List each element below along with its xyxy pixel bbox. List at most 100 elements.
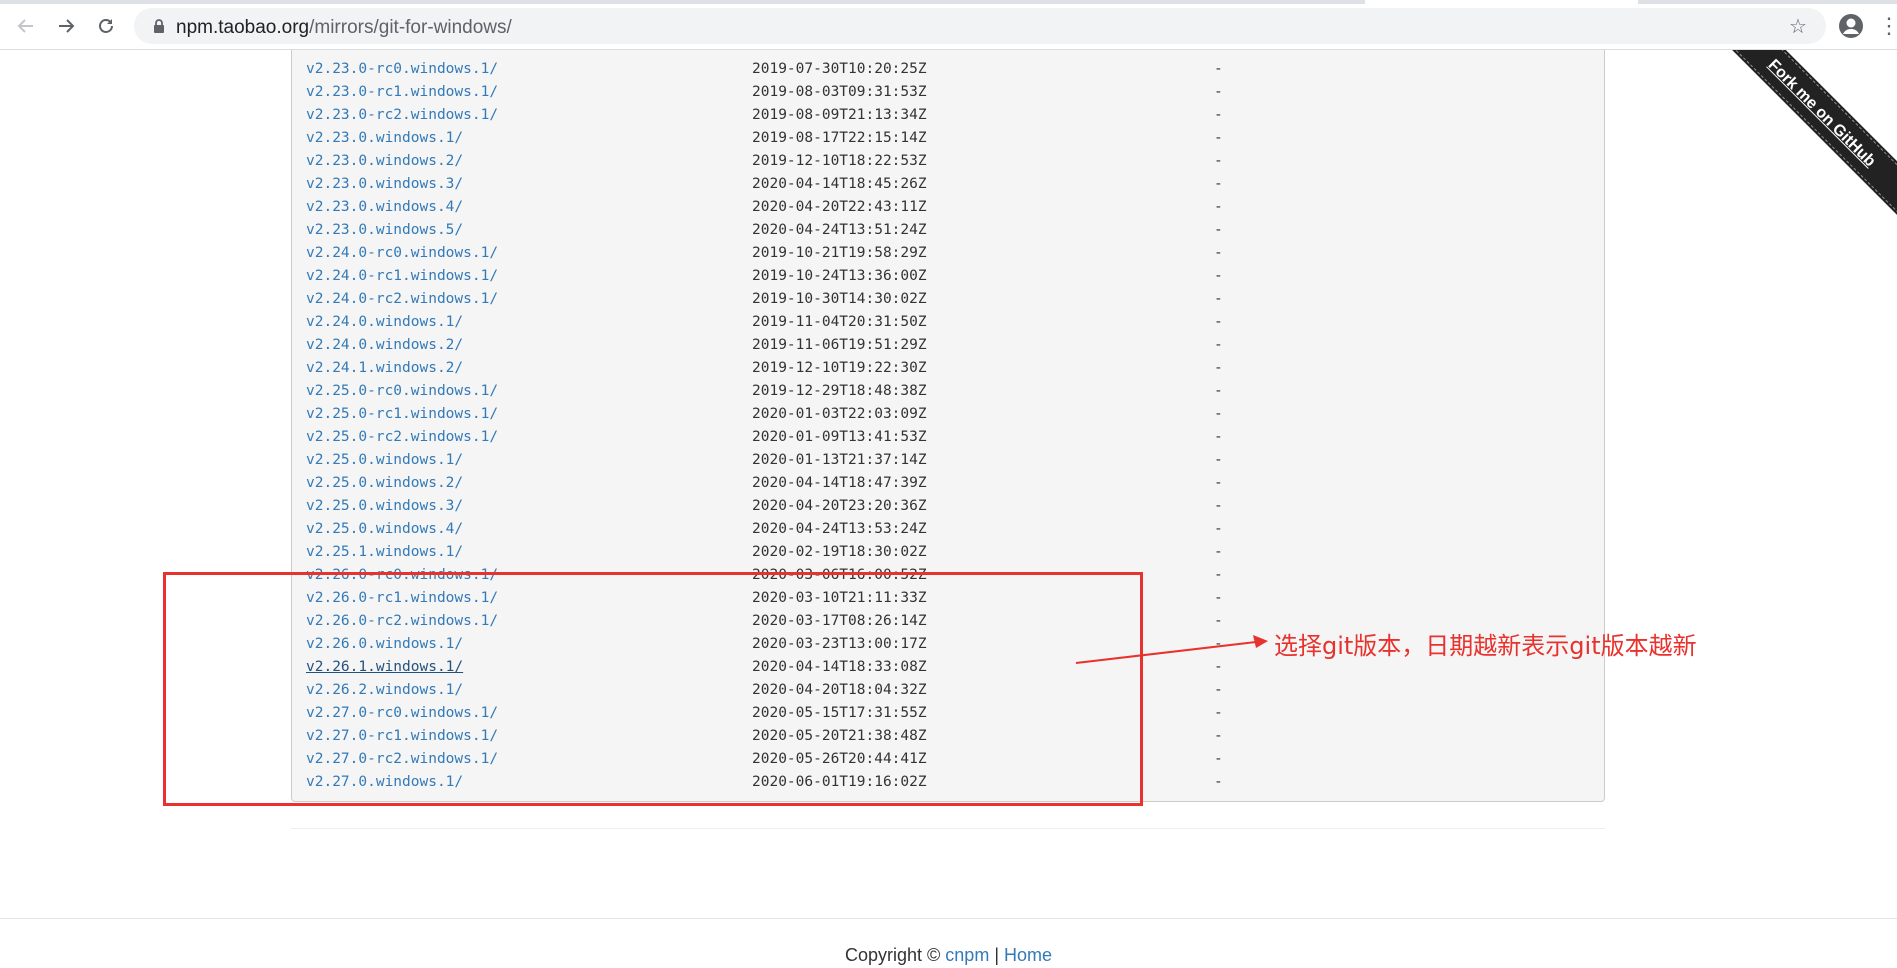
back-button[interactable]	[11, 11, 41, 41]
file-size: -	[1214, 84, 1223, 100]
listing-row: v2.25.0-rc2.windows.1/2020-01-09T13:41:5…	[306, 426, 1604, 449]
forward-button[interactable]	[51, 11, 81, 41]
file-size: -	[1214, 429, 1223, 445]
version-link[interactable]: v2.23.0.windows.1/	[306, 127, 463, 150]
file-size: -	[1214, 452, 1223, 468]
modified-date: 2020-02-19T18:30:02Z	[752, 544, 927, 560]
version-link[interactable]: v2.24.0-rc2.windows.1/	[306, 288, 498, 311]
listing-row: v2.25.0.windows.2/2020-04-14T18:47:39Z -	[306, 472, 1604, 495]
version-link[interactable]: v2.24.0-rc1.windows.1/	[306, 265, 498, 288]
modified-date: 2020-04-24T13:53:24Z	[752, 521, 927, 537]
listing-row: v2.23.0-rc0.windows.1/2019-07-30T10:20:2…	[306, 58, 1604, 81]
lock-icon[interactable]	[152, 19, 166, 33]
file-size: -	[1214, 153, 1223, 169]
footer-divider	[0, 918, 1897, 919]
annotation-arrow	[1075, 635, 1268, 664]
file-size: -	[1214, 682, 1223, 698]
file-size: -	[1214, 774, 1223, 790]
browser-toolbar: npm.taobao.org/mirrors/git-for-windows/ …	[0, 0, 1897, 50]
file-size: -	[1214, 360, 1223, 376]
listing-row: v2.25.0.windows.4/2020-04-24T13:53:24Z -	[306, 518, 1604, 541]
url-host: npm.taobao.org	[176, 17, 310, 38]
modified-date: 2019-11-04T20:31:50Z	[752, 314, 927, 330]
listing-row: v2.25.0-rc1.windows.1/2020-01-03T22:03:0…	[306, 403, 1604, 426]
listing-row: v2.23.0.windows.5/2020-04-24T13:51:24Z -	[306, 219, 1604, 242]
modified-date: 2020-04-20T22:43:11Z	[752, 199, 927, 215]
file-size: -	[1214, 314, 1223, 330]
vertical-ellipsis-icon[interactable]: ⋮	[1878, 12, 1897, 40]
url-text[interactable]: npm.taobao.org/mirrors/git-for-windows/	[176, 17, 512, 39]
footer: Copyright © cnpm | Home	[0, 945, 1897, 966]
file-size: -	[1214, 383, 1223, 399]
listing-row: v2.24.0.windows.2/2019-11-06T19:51:29Z -	[306, 334, 1604, 357]
version-link[interactable]: v2.23.0-rc1.windows.1/	[306, 81, 498, 104]
version-link[interactable]: v2.24.1.windows.2/	[306, 357, 463, 380]
file-size: -	[1214, 268, 1223, 284]
listing-row: v2.23.0.windows.2/2019-12-10T18:22:53Z -	[306, 150, 1604, 173]
version-link[interactable]: v2.25.0.windows.1/	[306, 449, 463, 472]
modified-date: 2019-12-10T18:22:53Z	[752, 153, 927, 169]
file-size: -	[1214, 199, 1223, 215]
tab-strip-edge	[1638, 0, 1897, 4]
modified-date: 2020-04-20T23:20:36Z	[752, 498, 927, 514]
version-link[interactable]: v2.23.0.windows.2/	[306, 150, 463, 173]
modified-date: 2019-10-30T14:30:02Z	[752, 291, 927, 307]
version-link[interactable]: v2.25.0-rc0.windows.1/	[306, 380, 498, 403]
version-link[interactable]: v2.23.0.windows.3/	[306, 173, 463, 196]
listing-row: v2.24.0-rc0.windows.1/2019-10-21T19:58:2…	[306, 242, 1604, 265]
listing-row: v2.23.0-rc1.windows.1/2019-08-03T09:31:5…	[306, 81, 1604, 104]
version-link[interactable]: v2.25.0.windows.3/	[306, 495, 463, 518]
file-size: -	[1214, 107, 1223, 123]
version-link[interactable]: v2.24.0.windows.2/	[306, 334, 463, 357]
file-size: -	[1214, 498, 1223, 514]
annotation-text: 选择git版本，日期越新表示git版本越新	[1274, 632, 1697, 660]
version-link[interactable]: v2.25.0.windows.2/	[306, 472, 463, 495]
profile-avatar-icon[interactable]	[1838, 13, 1864, 39]
modified-date: 2019-10-24T13:36:00Z	[752, 268, 927, 284]
modified-date: 2020-01-09T13:41:53Z	[752, 429, 927, 445]
fork-ribbon: Fork me on GitHub	[1697, 50, 1897, 250]
modified-date: 2020-04-24T13:51:24Z	[752, 222, 927, 238]
arrow-left-icon	[17, 19, 33, 33]
fork-on-github-link[interactable]: Fork me on GitHub	[1714, 50, 1897, 221]
version-link[interactable]: v2.23.0-rc0.windows.1/	[306, 58, 498, 81]
file-size: -	[1214, 176, 1223, 192]
file-size: -	[1214, 567, 1223, 583]
reload-button[interactable]	[91, 11, 121, 41]
version-link[interactable]: v2.23.0.windows.5/	[306, 219, 463, 242]
file-size: -	[1214, 406, 1223, 422]
listing-row: v2.24.0-rc1.windows.1/2019-10-24T13:36:0…	[306, 265, 1604, 288]
bookmark-star-icon[interactable]: ☆	[1786, 14, 1810, 38]
file-size: -	[1214, 521, 1223, 537]
version-link[interactable]: v2.25.0-rc1.windows.1/	[306, 403, 498, 426]
cnpm-link[interactable]: cnpm	[945, 945, 989, 965]
listing-row: v2.25.0.windows.1/2020-01-13T21:37:14Z -	[306, 449, 1604, 472]
modified-date: 2019-10-21T19:58:29Z	[752, 245, 927, 261]
listing-row: v2.23.0-rc2.windows.1/2019-08-09T21:13:3…	[306, 104, 1604, 127]
version-link[interactable]: v2.24.0.windows.1/	[306, 311, 463, 334]
modified-date: 2020-01-13T21:37:14Z	[752, 452, 927, 468]
listing-row: v2.25.1.windows.1/2020-02-19T18:30:02Z -	[306, 541, 1604, 564]
divider	[291, 828, 1605, 829]
version-link[interactable]: v2.25.0.windows.4/	[306, 518, 463, 541]
reload-icon	[99, 19, 113, 33]
file-size: -	[1214, 61, 1223, 77]
file-size: -	[1214, 337, 1223, 353]
version-link[interactable]: v2.25.0-rc2.windows.1/	[306, 426, 498, 449]
version-link[interactable]: v2.24.0-rc0.windows.1/	[306, 242, 498, 265]
modified-date: 2019-08-09T21:13:34Z	[752, 107, 927, 123]
modified-date: 2020-04-14T18:45:26Z	[752, 176, 927, 192]
file-size: -	[1214, 222, 1223, 238]
copyright-text: Copyright ©	[844, 945, 946, 965]
listing-row: v2.23.0.windows.4/2020-04-20T22:43:11Z -	[306, 196, 1604, 219]
version-link[interactable]: v2.23.0-rc2.windows.1/	[306, 104, 498, 127]
home-link[interactable]: Home	[1004, 945, 1052, 965]
version-link[interactable]: v2.25.1.windows.1/	[306, 541, 463, 564]
listing-row: v2.24.0-rc2.windows.1/2019-10-30T14:30:0…	[306, 288, 1604, 311]
modified-date: 2019-07-30T10:20:25Z	[752, 61, 927, 77]
file-size: -	[1214, 544, 1223, 560]
address-bar[interactable]: npm.taobao.org/mirrors/git-for-windows/ …	[134, 8, 1826, 44]
version-link[interactable]: v2.23.0.windows.4/	[306, 196, 463, 219]
modified-date: 2019-08-17T22:15:14Z	[752, 130, 927, 146]
file-size: -	[1214, 705, 1223, 721]
